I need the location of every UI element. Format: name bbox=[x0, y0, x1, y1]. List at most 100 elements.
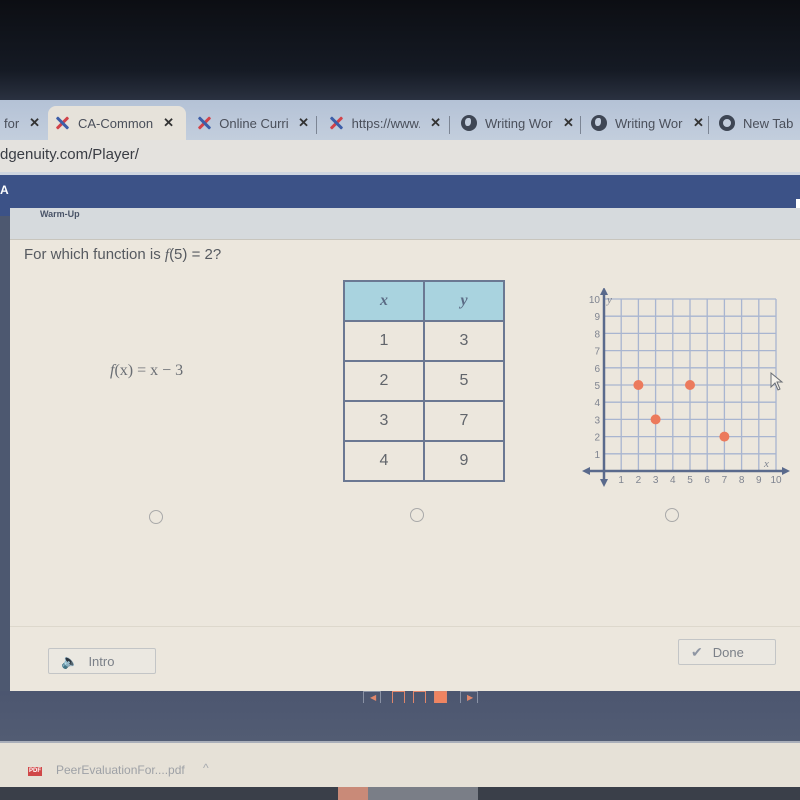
monitor-bezel bbox=[0, 0, 800, 100]
os-taskbar bbox=[0, 787, 800, 800]
close-tab-icon[interactable]: ✕ bbox=[163, 115, 174, 131]
table-cell: 4 bbox=[343, 440, 425, 482]
section-label: Warm-Up bbox=[40, 209, 80, 219]
table-cell: 1 bbox=[343, 320, 425, 362]
previous-arrow-icon: ◀ bbox=[370, 693, 377, 702]
page-indicator-3-current[interactable] bbox=[434, 691, 447, 703]
question-text: For which function is f(5) = 2? bbox=[24, 246, 221, 264]
done-label: Done bbox=[712, 644, 744, 660]
page-indicator-1[interactable] bbox=[392, 691, 405, 703]
close-tab-icon[interactable]: ✕ bbox=[298, 115, 309, 131]
tab-title: Writing Work bbox=[485, 115, 553, 131]
choice-table: x y 1 3 2 5 3 7 4 9 bbox=[343, 280, 505, 482]
y-axis-label: y bbox=[606, 294, 612, 306]
y-tick-label: 6 bbox=[594, 364, 600, 375]
browser-tab[interactable]: Writing Work ✕ bbox=[455, 106, 580, 140]
table-header-row: x y bbox=[343, 280, 505, 322]
y-tick-label: 1 bbox=[594, 450, 600, 461]
choice-graph: 1 2 3 4 5 6 7 8 9 10 1 2 3 4 5 6 7 8 9 10 x y bbox=[580, 287, 790, 493]
table-cell: 5 bbox=[423, 360, 505, 402]
chevron-up-icon[interactable]: ^ bbox=[203, 761, 209, 775]
edgenuity-x-icon bbox=[196, 115, 211, 131]
browser-tab[interactable]: Writing Work ✕ bbox=[585, 106, 710, 140]
tab-title: CA-Common bbox=[78, 115, 154, 131]
y-tick-label: 3 bbox=[594, 415, 600, 426]
choice-equation: f(x) = x − 3 bbox=[110, 362, 183, 380]
browser-tab-active[interactable]: CA-Common ✕ bbox=[48, 106, 186, 140]
data-point bbox=[650, 414, 661, 425]
x-tick-label: 8 bbox=[739, 475, 745, 486]
table-row: 4 9 bbox=[343, 440, 505, 482]
tab-title: Writing Work bbox=[615, 115, 683, 131]
header-corner-label: A bbox=[0, 183, 9, 197]
table-row: 2 5 bbox=[343, 360, 505, 402]
done-button[interactable]: ✔ Done bbox=[678, 639, 776, 665]
next-arrow-icon: ▶ bbox=[467, 693, 474, 702]
radio-choice-table[interactable] bbox=[410, 508, 424, 522]
table-row: 1 3 bbox=[343, 320, 505, 362]
edgenuity-x-icon bbox=[328, 115, 344, 131]
close-tab-icon[interactable]: ✕ bbox=[563, 115, 574, 131]
data-point bbox=[633, 380, 644, 390]
data-point bbox=[719, 431, 730, 442]
table-row: 3 7 bbox=[343, 400, 505, 442]
download-file-name[interactable]: PeerEvaluationFor....pdf bbox=[56, 763, 185, 777]
y-tick-label: 4 bbox=[594, 398, 600, 409]
question-prefix: For which function is bbox=[24, 246, 165, 263]
browser-tab[interactable]: Online Curric ✕ bbox=[190, 106, 315, 140]
close-tab-icon[interactable]: ✕ bbox=[29, 115, 40, 131]
section-bar: Warm-Up bbox=[10, 208, 800, 240]
close-tab-icon[interactable]: ✕ bbox=[693, 115, 704, 131]
globe-icon bbox=[591, 115, 607, 131]
mouse-cursor-icon bbox=[770, 372, 784, 391]
browser-tab[interactable]: for ✕ bbox=[0, 106, 46, 140]
tab-title: New Tab bbox=[743, 115, 794, 131]
y-tick-label: 8 bbox=[594, 329, 600, 340]
next-page-button[interactable]: ▶ bbox=[460, 691, 478, 703]
table-cell: 3 bbox=[423, 320, 505, 362]
address-bar[interactable]: dgenuity.com/Player/ bbox=[0, 140, 800, 172]
tab-title: https://www.e bbox=[351, 115, 420, 131]
data-point bbox=[685, 380, 695, 390]
question-suffix: (5) = 2? bbox=[169, 246, 222, 263]
page-navigator: ◀ ▶ bbox=[0, 691, 800, 741]
tab-title: Online Curric bbox=[219, 115, 289, 131]
intro-button[interactable]: 🔈 Intro bbox=[48, 648, 156, 674]
x-tick-label: 4 bbox=[670, 475, 676, 486]
x-tick-label: 3 bbox=[653, 475, 659, 486]
table-header-x: x bbox=[343, 280, 425, 322]
x-tick-label: 6 bbox=[704, 475, 710, 486]
page-indicator-2[interactable] bbox=[413, 691, 426, 703]
scatter-plot: 1 2 3 4 5 6 7 8 9 1012345678910xy bbox=[582, 287, 790, 487]
table-header-y: y bbox=[423, 280, 505, 322]
close-tab-icon[interactable]: ✕ bbox=[430, 115, 441, 131]
radio-choice-equation[interactable] bbox=[149, 510, 163, 524]
x-axis-arrow-left bbox=[582, 467, 590, 475]
equation-expression: (x) = x − 3 bbox=[114, 362, 184, 379]
y-tick-label: 5 bbox=[594, 381, 600, 392]
x-tick-label: 2 bbox=[636, 475, 642, 486]
table-cell: 2 bbox=[343, 360, 425, 402]
x-tick-label: 7 bbox=[722, 475, 728, 486]
x-tick-label: 1 bbox=[618, 475, 624, 486]
x-axis-arrow-right bbox=[782, 467, 790, 475]
browser-tab-strip: for ✕ CA-Common ✕ Online Curric ✕ https:… bbox=[0, 100, 800, 140]
speaker-icon: 🔈 bbox=[61, 652, 79, 669]
previous-page-button[interactable]: ◀ bbox=[363, 691, 381, 703]
x-tick-label: 10 bbox=[770, 475, 782, 486]
x-tick-label: 5 bbox=[687, 475, 693, 486]
table-cell: 3 bbox=[343, 400, 425, 442]
radio-choice-graph[interactable] bbox=[665, 508, 679, 522]
activity-panel: Warm-Up For which function is f(5) = 2? … bbox=[10, 208, 800, 691]
tab-separator bbox=[316, 116, 317, 134]
pdf-file-icon: PDF bbox=[28, 767, 42, 776]
tab-separator bbox=[449, 116, 450, 134]
checkmark-icon: ✔ bbox=[691, 643, 703, 660]
x-axis-label: x bbox=[763, 458, 769, 470]
taskbar-item[interactable] bbox=[338, 787, 368, 800]
globe-icon bbox=[461, 115, 477, 131]
browser-tab-new[interactable]: New Tab bbox=[713, 106, 800, 140]
url-text[interactable]: dgenuity.com/Player/ bbox=[0, 146, 139, 163]
browser-tab[interactable]: https://www.e ✕ bbox=[322, 106, 447, 140]
panel-divider bbox=[10, 626, 800, 627]
